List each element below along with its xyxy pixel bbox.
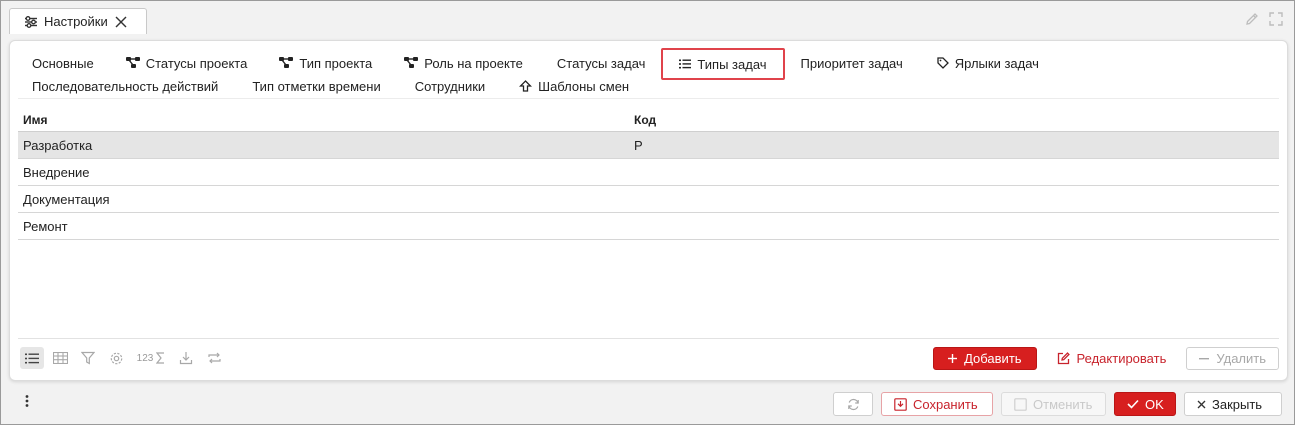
hierarchy-icon	[279, 57, 294, 69]
tab-action-sequence[interactable]: Последовательность действий	[20, 75, 230, 97]
tab-task-statuses[interactable]: Статусы задач	[545, 52, 658, 74]
tab-label: Типы задач	[697, 56, 767, 72]
tab-time-mark-type[interactable]: Тип отметки времени	[240, 75, 392, 97]
column-header-name[interactable]: Имя	[18, 113, 629, 127]
tab-label: Основные	[32, 55, 94, 71]
tab-task-types[interactable]: Типы задач	[661, 48, 785, 80]
table-row[interactable]: Ремонт	[18, 213, 1279, 240]
tab-task-labels[interactable]: Ярлыки задач	[925, 52, 1051, 74]
add-button-label: Добавить	[964, 351, 1022, 366]
tab-project-type[interactable]: Тип проекта	[267, 52, 384, 74]
task-types-table: Имя Код Разработка P Внедрение Документа…	[18, 109, 1279, 240]
tab-label: Приоритет задач	[800, 55, 903, 71]
tab-label: Сотрудники	[414, 78, 486, 94]
save-button[interactable]: Сохранить	[881, 392, 993, 416]
sliders-icon	[24, 15, 38, 28]
close-button-label: Закрыть	[1212, 396, 1263, 412]
hierarchy-icon	[404, 57, 419, 69]
window-tab-title: Настройки	[44, 14, 108, 29]
pencil-icon[interactable]	[1244, 11, 1260, 27]
cell-name: Внедрение	[23, 164, 90, 180]
cell-name: Документация	[23, 191, 110, 207]
settings-panel: Основные Статусы проекта Тип проекта Рол…	[9, 40, 1288, 381]
sigma-icon	[156, 352, 165, 364]
gear-icon	[109, 351, 124, 366]
edit-button[interactable]: Редактировать	[1057, 351, 1167, 366]
sync-button[interactable]	[202, 347, 226, 369]
cancel-button-label: Отменить	[1033, 396, 1093, 412]
minus-icon	[1199, 357, 1210, 360]
refresh-button[interactable]	[833, 392, 873, 416]
cell-name: Ремонт	[23, 218, 68, 234]
settings-button[interactable]	[104, 347, 128, 369]
list-icon	[679, 59, 692, 69]
tabs-row-2: Последовательность действий Тип отметки …	[20, 75, 641, 97]
dialog-buttons: Сохранить Отменить OK Закрыть	[833, 392, 1282, 416]
tab-label: Статусы задач	[556, 55, 646, 71]
tag-icon	[937, 57, 949, 69]
cell-name: Разработка	[23, 137, 93, 153]
table-grid-icon	[52, 352, 68, 364]
tab-project-role[interactable]: Роль на проекте	[392, 52, 535, 74]
table-header: Имя Код	[18, 109, 1279, 132]
more-vertical-icon[interactable]	[25, 394, 29, 408]
list-view-button[interactable]	[20, 347, 44, 369]
edit-button-label: Редактировать	[1076, 351, 1167, 366]
bottom-bar: Сохранить Отменить OK Закрыть	[1, 391, 1294, 417]
filter-icon	[81, 351, 95, 365]
download-button[interactable]	[174, 347, 198, 369]
list-icon	[25, 353, 39, 364]
table-toolbar: 123	[20, 347, 226, 369]
column-header-code[interactable]: Код	[629, 113, 1279, 127]
delete-button-label: Удалить	[1216, 351, 1266, 366]
table-row[interactable]: Документация	[18, 186, 1279, 213]
table-actions: Добавить Редактировать Удалить	[933, 347, 1279, 370]
tab-shift-templates[interactable]: Шаблоны смен	[507, 75, 641, 97]
tab-label: Тип проекта	[299, 55, 373, 71]
close-icon[interactable]	[114, 15, 128, 29]
ok-button[interactable]: OK	[1114, 392, 1176, 416]
tab-label: Тип отметки времени	[252, 78, 381, 94]
save-button-label: Сохранить	[913, 396, 978, 412]
close-button[interactable]: Закрыть	[1184, 392, 1282, 416]
delete-button[interactable]: Удалить	[1186, 347, 1279, 370]
cancel-icon	[1014, 397, 1027, 411]
cell-code: P	[634, 137, 643, 153]
window-controls	[1244, 11, 1284, 27]
ok-button-label: OK	[1145, 396, 1164, 412]
add-button[interactable]: Добавить	[933, 347, 1037, 370]
plus-icon	[948, 354, 958, 363]
refresh-icon	[847, 398, 860, 411]
count-label: 123	[136, 352, 154, 364]
window-frame: Настройки Основные Статусы проекта Тип п…	[0, 0, 1295, 425]
grid-view-button[interactable]	[48, 347, 72, 369]
repeat-icon	[207, 351, 222, 365]
tab-label: Ярлыки задач	[954, 55, 1039, 71]
divider	[18, 98, 1279, 99]
cancel-button[interactable]: Отменить	[1001, 392, 1106, 416]
fullscreen-icon[interactable]	[1268, 11, 1284, 27]
filter-button[interactable]	[76, 347, 100, 369]
save-icon	[894, 397, 907, 411]
check-icon	[1127, 399, 1139, 409]
cloud-upload-icon	[519, 80, 533, 92]
close-icon	[1197, 400, 1206, 409]
divider	[18, 338, 1279, 339]
tab-basic[interactable]: Основные	[20, 52, 106, 74]
tab-project-statuses[interactable]: Статусы проекта	[114, 52, 260, 74]
tab-employees[interactable]: Сотрудники	[403, 75, 497, 97]
table-row[interactable]: Внедрение	[18, 159, 1279, 186]
tab-label: Статусы проекта	[145, 55, 248, 71]
hierarchy-icon	[125, 57, 140, 69]
tabs-row-1: Основные Статусы проекта Тип проекта Рол…	[20, 48, 1051, 80]
tab-label: Последовательность действий	[32, 78, 219, 94]
tab-task-priority[interactable]: Приоритет задач	[789, 52, 915, 74]
table-row[interactable]: Разработка P	[18, 132, 1279, 159]
tab-label: Шаблоны смен	[538, 78, 630, 94]
download-icon	[179, 351, 193, 365]
tab-label: Роль на проекте	[424, 55, 523, 71]
edit-icon	[1057, 352, 1070, 365]
window-tab[interactable]: Настройки	[9, 8, 147, 34]
totals-button[interactable]: 123	[132, 347, 170, 369]
